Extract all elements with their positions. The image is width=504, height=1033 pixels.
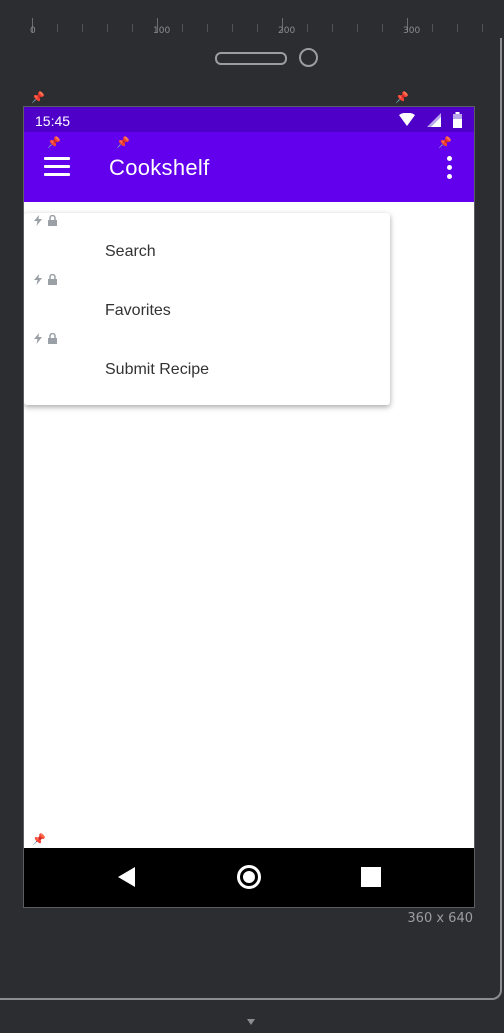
lightning-icon: [34, 215, 42, 226]
pin-icon[interactable]: 📌: [116, 137, 130, 149]
lock-icon: [48, 333, 57, 344]
menu-item-label: Submit Recipe: [105, 361, 210, 378]
ruler-tick: [207, 24, 208, 32]
device-size-label: 360 x 640: [407, 911, 473, 926]
scroll-down-icon[interactable]: [247, 1019, 255, 1025]
ruler-tick: [57, 24, 58, 32]
constraint-marks: [34, 215, 57, 226]
status-time: 15:45: [35, 113, 71, 129]
pin-icon[interactable]: 📌: [438, 137, 452, 149]
ruler-label: 100: [153, 26, 171, 36]
ruler-tick: [182, 24, 183, 32]
lock-icon: [48, 215, 57, 226]
device-screen: 15:45 📌 📌 📌 Cookshelf Search Favorites S…: [23, 106, 475, 908]
ruler-tick: [232, 24, 233, 32]
ruler-tick: [132, 24, 133, 32]
constraint-marks: [34, 333, 57, 344]
app-bar: 📌 📌 📌 Cookshelf: [24, 132, 474, 202]
hamburger-menu-icon[interactable]: [44, 157, 70, 177]
ruler-tick: [357, 24, 358, 32]
ruler-tick: [82, 24, 83, 32]
pin-icon[interactable]: 📌: [31, 92, 45, 104]
lightning-icon: [34, 274, 42, 285]
menu-item-favorites[interactable]: Favorites: [24, 272, 390, 331]
home-icon[interactable]: [236, 864, 262, 890]
menu-item-submit-recipe[interactable]: Submit Recipe: [24, 331, 390, 390]
ruler-tick: [482, 24, 483, 32]
ruler-tick: [457, 24, 458, 32]
ruler-tick: [107, 24, 108, 32]
menu-item-search[interactable]: Search: [24, 213, 390, 272]
battery-icon: [453, 112, 462, 128]
navigation-bar: [24, 848, 474, 907]
more-vert-icon[interactable]: [444, 156, 454, 182]
speaker-grille: [215, 52, 287, 65]
constraint-marks: [34, 274, 57, 285]
popup-menu: Search Favorites Submit Recipe: [24, 213, 390, 405]
app-title: Cookshelf: [109, 155, 210, 180]
ruler-tick: [307, 24, 308, 32]
camera-icon: [299, 48, 318, 67]
lock-icon: [48, 274, 57, 285]
ruler-tick: [332, 24, 333, 32]
pin-icon[interactable]: 📌: [32, 834, 46, 846]
wifi-icon: [399, 113, 415, 126]
lightning-icon: [34, 333, 42, 344]
horizontal-ruler: 0 100 200 300: [0, 0, 504, 38]
ruler-label: 300: [403, 26, 421, 36]
status-bar: 15:45: [24, 107, 474, 132]
menu-item-label: Favorites: [105, 302, 171, 319]
pin-icon[interactable]: 📌: [47, 137, 61, 149]
menu-item-label: Search: [105, 243, 156, 260]
ruler-label: 0: [30, 26, 36, 36]
back-icon[interactable]: [114, 864, 140, 890]
recents-icon[interactable]: [358, 864, 384, 890]
ruler-tick: [432, 24, 433, 32]
status-icons: [399, 112, 462, 128]
pin-icon[interactable]: 📌: [395, 92, 409, 104]
signal-icon: [427, 113, 441, 127]
ruler-tick: [382, 24, 383, 32]
ruler-tick: [257, 24, 258, 32]
ruler-label: 200: [278, 26, 296, 36]
